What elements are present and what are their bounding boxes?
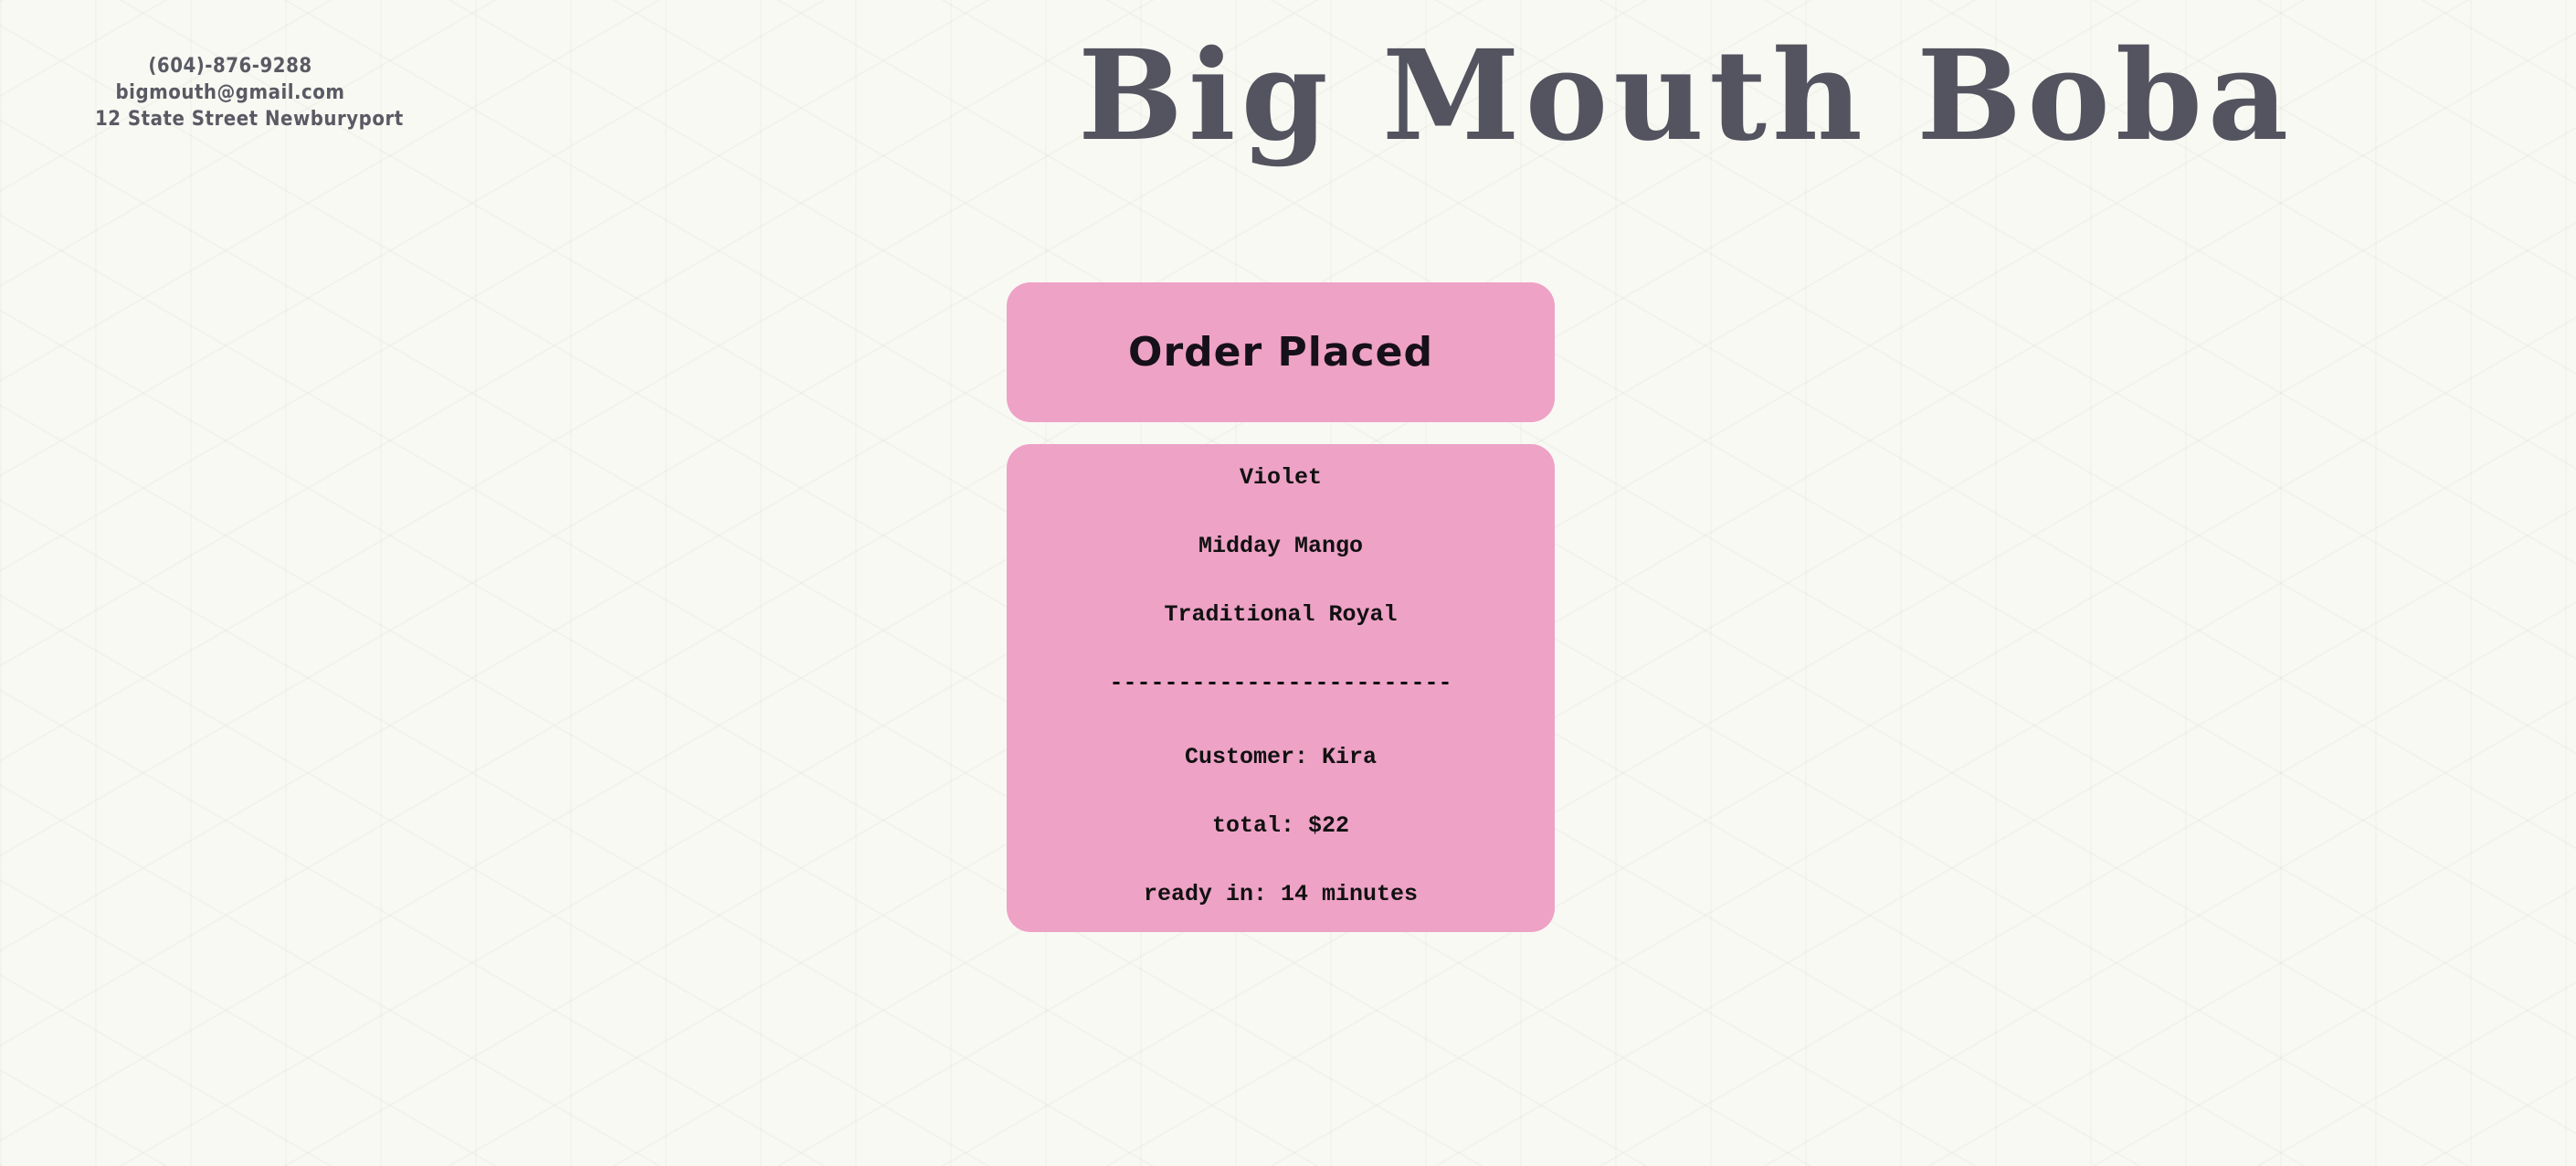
contact-info: (604)-876-9288 bigmouth@gmail.com 12 Sta…: [95, 53, 404, 132]
brand-title: Big Mouth Boba: [1078, 23, 2295, 169]
order-item: Midday Mango: [1198, 533, 1364, 559]
contact-email: bigmouth@gmail.com: [115, 81, 345, 104]
customer-name: Customer: Kira: [1184, 744, 1378, 770]
order-receipt-card: Violet Midday Mango Traditional Royal --…: [1007, 444, 1555, 932]
order-item: Traditional Royal: [1164, 601, 1398, 628]
ready-time: ready in: 14 minutes: [1143, 881, 1419, 907]
receipt-divider: -------------------------: [1109, 670, 1452, 696]
order-item: Violet: [1239, 464, 1322, 491]
order-status-card: Order Placed: [1007, 282, 1555, 422]
contact-address: 12 State Street Newburyport: [95, 108, 404, 131]
order-total: total: $22: [1211, 812, 1350, 839]
order-status-title: Order Placed: [1128, 329, 1433, 376]
contact-phone: (604)-876-9288: [148, 55, 312, 78]
